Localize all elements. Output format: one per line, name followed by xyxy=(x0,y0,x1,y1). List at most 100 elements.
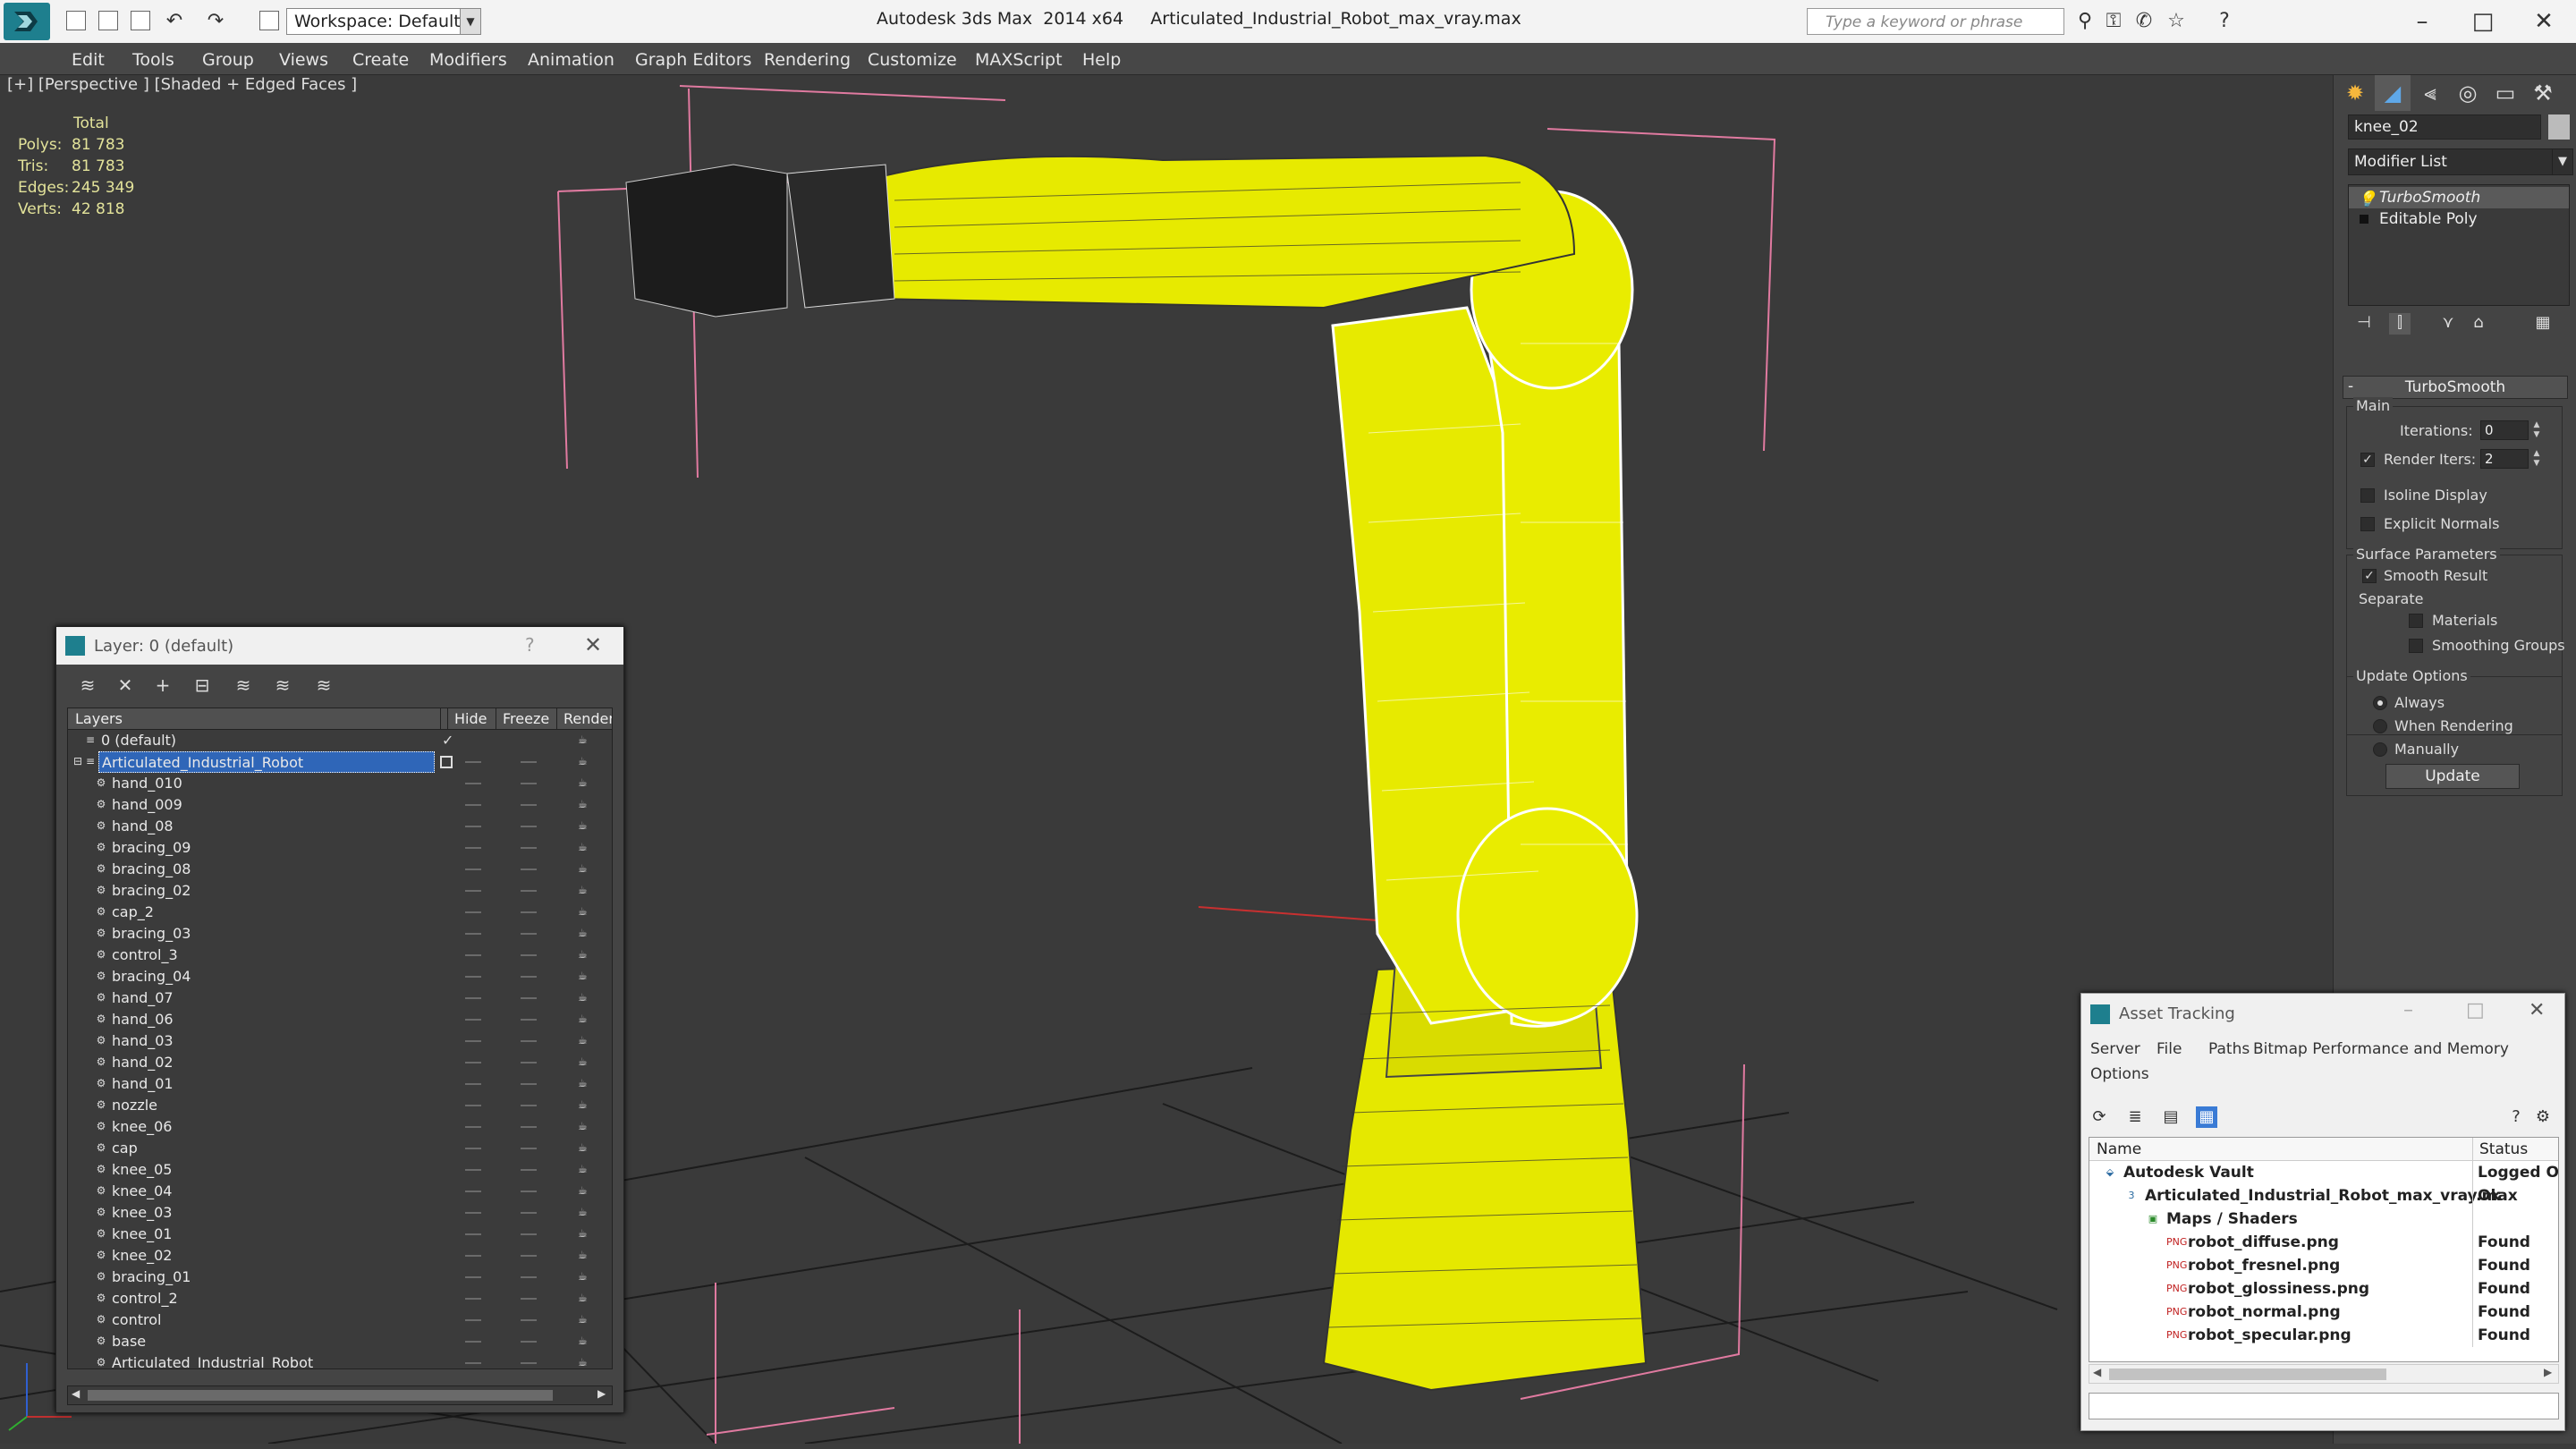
hide-toggle[interactable] xyxy=(465,1040,481,1042)
object-row[interactable]: ⚙ bracing_01 ☕ xyxy=(68,1267,612,1288)
asset-row[interactable]: PNG robot_normal.png Found xyxy=(2089,1301,2558,1324)
freeze-toggle[interactable] xyxy=(521,976,537,978)
render-teapot-icon[interactable]: ☕ xyxy=(578,884,592,896)
hide-toggle[interactable] xyxy=(465,911,481,913)
always-radio[interactable] xyxy=(2373,696,2387,710)
render-teapot-icon[interactable]: ☕ xyxy=(578,841,592,853)
layer-name[interactable]: knee_03 xyxy=(109,1202,435,1224)
hide-toggle[interactable] xyxy=(465,954,481,956)
object-row[interactable]: ⚙ hand_01 ☕ xyxy=(68,1073,612,1095)
freeze-toggle[interactable] xyxy=(521,826,537,827)
layer-name[interactable]: hand_010 xyxy=(109,773,435,794)
show-end-result-icon[interactable]: ⫿ xyxy=(2389,313,2411,335)
help-icon[interactable]: ? xyxy=(2505,1106,2527,1128)
freeze-toggle[interactable] xyxy=(521,1105,537,1106)
lightbulb-icon[interactable]: 💡 xyxy=(2358,191,2377,208)
object-row[interactable]: ⚙ control_2 ☕ xyxy=(68,1288,612,1309)
binoculars-icon[interactable]: ⚲ xyxy=(2073,11,2097,32)
asset-row[interactable]: PNG robot_specular.png Found xyxy=(2089,1324,2558,1347)
asset-row[interactable]: 3 Articulated_Industrial_Robot_max_vray.m… xyxy=(2089,1184,2558,1208)
hide-toggle[interactable] xyxy=(465,1148,481,1149)
freeze-toggle[interactable] xyxy=(521,1148,537,1149)
freeze-toggle[interactable] xyxy=(521,997,537,999)
motion-tab-icon[interactable]: ◎ xyxy=(2450,75,2486,111)
utilities-tab-icon[interactable]: ⚒ xyxy=(2525,75,2561,111)
workspace-select[interactable]: Workspace: Default xyxy=(286,8,476,35)
asset-row[interactable]: PNG robot_fresnel.png Found xyxy=(2089,1254,2558,1277)
hide-toggle[interactable] xyxy=(465,976,481,978)
hide-toggle[interactable] xyxy=(465,1362,481,1364)
object-name-field[interactable]: knee_02 xyxy=(2348,114,2541,140)
object-row[interactable]: ⚙ base ☕ xyxy=(68,1331,612,1352)
horizontal-scrollbar[interactable]: ◀ ▶ xyxy=(67,1385,613,1405)
object-row[interactable]: ⚙ control_3 ☕ xyxy=(68,945,612,966)
freeze-toggle[interactable] xyxy=(521,847,537,849)
object-row[interactable]: ⚙ hand_08 ☕ xyxy=(68,816,612,837)
object-row[interactable]: ⚙ cap ☕ xyxy=(68,1138,612,1159)
layer-name[interactable]: bracing_04 xyxy=(109,966,435,987)
freeze-toggle[interactable] xyxy=(521,1298,537,1300)
layer-row[interactable]: ≡ 0 (default) ✓ ☕ xyxy=(68,730,612,751)
render-teapot-icon[interactable]: ☕ xyxy=(578,991,592,1004)
freeze-toggle[interactable] xyxy=(521,1040,537,1042)
search-input[interactable]: Type a keyword or phrase xyxy=(1807,8,2064,35)
object-row[interactable]: ⚙ bracing_04 ☕ xyxy=(68,966,612,987)
hide-toggle[interactable] xyxy=(465,847,481,849)
object-row[interactable]: ⚙ hand_06 ☕ xyxy=(68,1009,612,1030)
object-row[interactable]: ⚙ bracing_08 ☕ xyxy=(68,859,612,880)
layer-name[interactable]: bracing_02 xyxy=(109,880,435,902)
layer-name[interactable]: knee_01 xyxy=(109,1224,435,1245)
render-teapot-icon[interactable]: ☕ xyxy=(578,776,592,789)
settings-icon[interactable]: ⚙ xyxy=(2532,1106,2554,1128)
layer-name[interactable]: control_3 xyxy=(109,945,435,966)
render-teapot-icon[interactable]: ☕ xyxy=(578,733,592,746)
scroll-right-icon[interactable]: ▶ xyxy=(597,1387,606,1400)
layer-name[interactable]: knee_05 xyxy=(109,1159,435,1181)
render-teapot-icon[interactable]: ☕ xyxy=(578,1292,592,1304)
modifier-list-dropdown[interactable]: Modifier List xyxy=(2348,148,2555,175)
configure-modifier-sets-icon[interactable]: ▦ xyxy=(2532,313,2554,335)
object-row[interactable]: ⚙ knee_02 ☕ xyxy=(68,1245,612,1267)
table-view-icon[interactable]: ▤ xyxy=(2160,1106,2182,1128)
render-teapot-icon[interactable]: ☕ xyxy=(578,1227,592,1240)
render-teapot-icon[interactable]: ☕ xyxy=(578,1184,592,1197)
layer-name[interactable]: Articulated_Industrial_Robot xyxy=(109,1352,435,1368)
render-teapot-icon[interactable]: ☕ xyxy=(578,862,592,875)
chevron-down-icon[interactable]: ▼ xyxy=(2552,148,2573,175)
asset-row[interactable]: PNG robot_diffuse.png Found xyxy=(2089,1231,2558,1254)
iterations-spinner[interactable]: 0 xyxy=(2480,420,2529,440)
hide-toggle[interactable] xyxy=(465,826,481,827)
save-file-icon[interactable] xyxy=(131,11,150,30)
add-to-layer-icon[interactable]: + xyxy=(151,674,174,697)
menu-paths[interactable]: Paths xyxy=(2208,1040,2250,1058)
render-teapot-icon[interactable]: ☕ xyxy=(578,1055,592,1068)
layer-row[interactable]: ⊟ ≡ Articulated_Industrial_Robot ☕ xyxy=(68,751,612,773)
object-row[interactable]: ⚙ knee_01 ☕ xyxy=(68,1224,612,1245)
open-file-icon[interactable] xyxy=(98,11,118,30)
workspace-dropdown-arrow[interactable]: ▼ xyxy=(460,8,481,35)
freeze-toggle[interactable] xyxy=(521,1276,537,1278)
object-row[interactable]: ⚙ bracing_03 ☕ xyxy=(68,923,612,945)
object-row[interactable]: ⚙ hand_010 ☕ xyxy=(68,773,612,794)
asset-row[interactable]: ▣ Maps / Shaders xyxy=(2089,1208,2558,1231)
layer-name[interactable]: bracing_09 xyxy=(109,837,435,859)
maximize-button[interactable]: □ xyxy=(2465,5,2501,38)
layer-dialog-titlebar[interactable]: Layer: 0 (default) ? ✕ xyxy=(56,627,623,665)
help-button[interactable]: ? xyxy=(525,634,535,656)
materials-checkbox[interactable] xyxy=(2409,614,2423,628)
render-teapot-icon[interactable]: ☕ xyxy=(578,927,592,939)
close-button[interactable]: ✕ xyxy=(2526,5,2562,38)
layer-name[interactable]: bracing_01 xyxy=(109,1267,435,1288)
hide-toggle[interactable] xyxy=(465,783,481,784)
object-row[interactable]: ⚙ nozzle ☕ xyxy=(68,1095,612,1116)
hide-toggle[interactable] xyxy=(465,1105,481,1106)
object-row[interactable]: ⚙ knee_05 ☕ xyxy=(68,1159,612,1181)
render-teapot-icon[interactable]: ☕ xyxy=(578,1270,592,1283)
layer-name[interactable]: knee_02 xyxy=(109,1245,435,1267)
when-rendering-radio[interactable] xyxy=(2373,719,2387,733)
update-button[interactable]: Update xyxy=(2385,764,2520,789)
turbosmooth-rollout-header[interactable]: TurboSmooth xyxy=(2343,376,2568,399)
scrollbar-thumb[interactable] xyxy=(2109,1368,2386,1380)
spinner-arrows-icon[interactable]: ▲ ▼ xyxy=(2530,449,2543,469)
column-freeze[interactable]: Freeze xyxy=(503,710,549,727)
